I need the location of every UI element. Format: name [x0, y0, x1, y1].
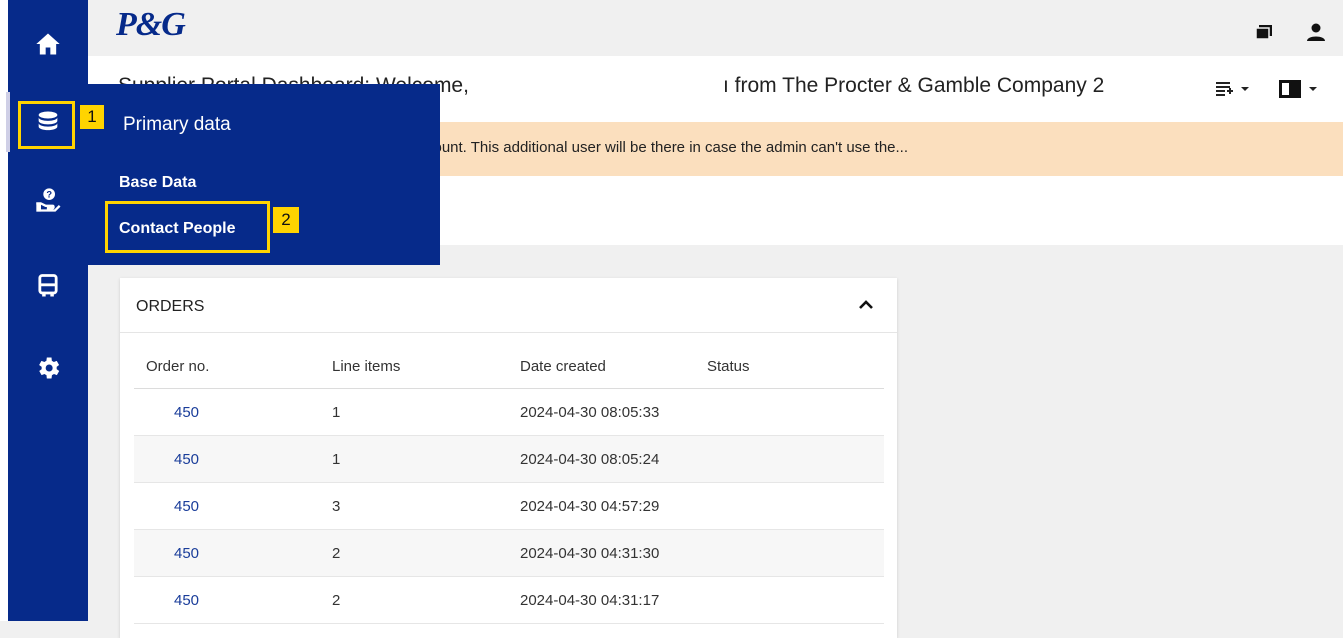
- columns-layout-icon: [1279, 80, 1301, 98]
- add-widget-dropdown[interactable]: [1214, 78, 1250, 100]
- line-items-cell: 3: [332, 482, 520, 530]
- layout-dropdown[interactable]: [1278, 78, 1318, 100]
- gear-icon: [39, 357, 60, 379]
- menu-item-base-data[interactable]: Base Data: [119, 174, 196, 192]
- orders-card: ORDERS Order no. Line items Date created…: [120, 278, 897, 638]
- table-header-row: Order no. Line items Date created Status: [134, 344, 884, 389]
- status-cell: [707, 435, 884, 483]
- table-row[interactable]: 450 2 2024-04-30 04:31:17: [134, 576, 884, 624]
- orders-title: ORDERS: [136, 298, 205, 315]
- table-row[interactable]: 450 1 2024-04-30 08:05:24: [134, 435, 884, 483]
- status-cell: [707, 576, 884, 624]
- status-cell: [707, 529, 884, 577]
- order-number-link[interactable]: 450: [146, 404, 199, 421]
- order-number-link[interactable]: 450: [146, 545, 199, 562]
- status-cell: [707, 482, 884, 530]
- chevron-down-icon: [1309, 87, 1317, 91]
- top-header: P&G: [88, 0, 1343, 56]
- pg-logo[interactable]: P&G: [116, 6, 186, 44]
- date-created-cell: 2024-04-30 08:05:24: [520, 435, 707, 483]
- column-header-date-created[interactable]: Date created: [520, 344, 707, 389]
- date-created-cell: 2024-04-30 04:31:17: [520, 576, 707, 624]
- line-items-cell: 2: [332, 576, 520, 624]
- date-created-cell: 2024-04-30 04:57:29: [520, 482, 707, 530]
- sidebar-nav: ?: [6, 0, 88, 621]
- company-text: ı from The Procter & Gamble Company 2: [723, 74, 1105, 97]
- nav-home[interactable]: [8, 16, 88, 72]
- status-cell: [707, 388, 884, 436]
- card-divider: [120, 332, 897, 333]
- nav-settings[interactable]: [8, 340, 88, 396]
- highlight-box-1: [18, 101, 75, 149]
- flyout-title: Primary data: [123, 114, 231, 135]
- home-icon: [36, 33, 60, 55]
- truck-icon: [38, 274, 58, 297]
- column-header-status[interactable]: Status: [707, 344, 884, 389]
- chevron-up-icon[interactable]: [857, 296, 875, 314]
- line-items-cell: 2: [332, 529, 520, 577]
- svg-text:?: ?: [46, 190, 52, 200]
- column-header-order-no[interactable]: Order no.: [134, 344, 332, 389]
- add-list-icon: [1216, 82, 1233, 96]
- table-row[interactable]: 450 3 2024-04-30 04:57:29: [134, 482, 884, 530]
- column-header-line-items[interactable]: Line items: [332, 344, 520, 389]
- date-created-cell: 2024-04-30 08:05:33: [520, 388, 707, 436]
- annotation-tag-2: 2: [273, 207, 299, 233]
- date-created-cell: 2024-04-30 04:31:30: [520, 529, 707, 577]
- table-row[interactable]: 450 1 2024-04-30 08:05:33: [134, 388, 884, 436]
- orders-table: Order no. Line items Date created Status…: [134, 344, 884, 624]
- order-number-link[interactable]: 450: [146, 451, 199, 468]
- user-icon[interactable]: [1306, 22, 1326, 42]
- annotation-tag-1: 1: [80, 105, 104, 129]
- nav-shipping[interactable]: [8, 258, 88, 314]
- highlight-box-2: [105, 201, 270, 253]
- messages-icon[interactable]: [1254, 22, 1274, 42]
- order-number-link[interactable]: 450: [146, 498, 199, 515]
- table-row[interactable]: 450 2 2024-04-30 04:31:30: [134, 529, 884, 577]
- help-hand-icon: ?: [36, 188, 61, 212]
- order-number-link[interactable]: 450: [146, 592, 199, 609]
- nav-support[interactable]: ?: [8, 172, 88, 228]
- chevron-down-icon: [1241, 87, 1249, 91]
- line-items-cell: 1: [332, 435, 520, 483]
- line-items-cell: 1: [332, 388, 520, 436]
